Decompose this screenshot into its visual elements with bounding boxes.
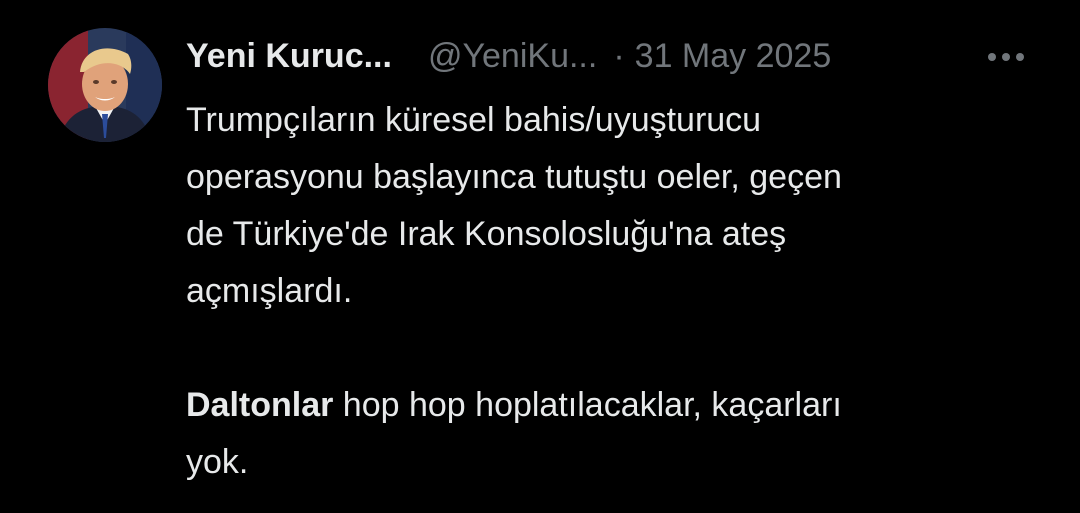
separator-dot: · <box>613 36 625 75</box>
bold-word: Daltonlar <box>186 386 334 424</box>
user-handle[interactable]: @YeniKu... <box>428 37 597 76</box>
avatar-image <box>48 28 162 142</box>
tweet-date[interactable]: 31 May 2025 <box>635 37 832 76</box>
tweet: Yeni Kuruc... @YeniKu... · 31 May 2025 T… <box>0 0 1080 513</box>
tweet-text-line: operasyonu başlayınca tutuştu oeler, geç… <box>186 158 842 196</box>
display-name[interactable]: Yeni Kuruc... <box>186 37 392 76</box>
tweet-text-line: de Türkiye'de Irak Konsolosluğu'na ateş <box>186 215 787 253</box>
profile-avatar[interactable] <box>48 28 162 142</box>
tweet-header: Yeni Kuruc... @YeniKu... · 31 May 2025 <box>186 30 831 82</box>
tweet-text-line: açmışlardı. <box>186 272 353 310</box>
tweet-text-line: Trumpçıların küresel bahis/uyuşturucu <box>186 101 762 139</box>
more-options-button[interactable] <box>982 42 1030 72</box>
tweet-text-line: Daltonlar hop hop hoplatılacaklar, kaçar… <box>186 377 1056 434</box>
tweet-text-line: yok. <box>186 443 249 481</box>
tweet-text: Trumpçıların küresel bahis/uyuşturucu op… <box>186 92 1056 491</box>
more-dots-icon <box>988 53 1024 61</box>
tweet-text-fragment: hop hop hoplatılacaklar, kaçarları <box>333 386 842 424</box>
